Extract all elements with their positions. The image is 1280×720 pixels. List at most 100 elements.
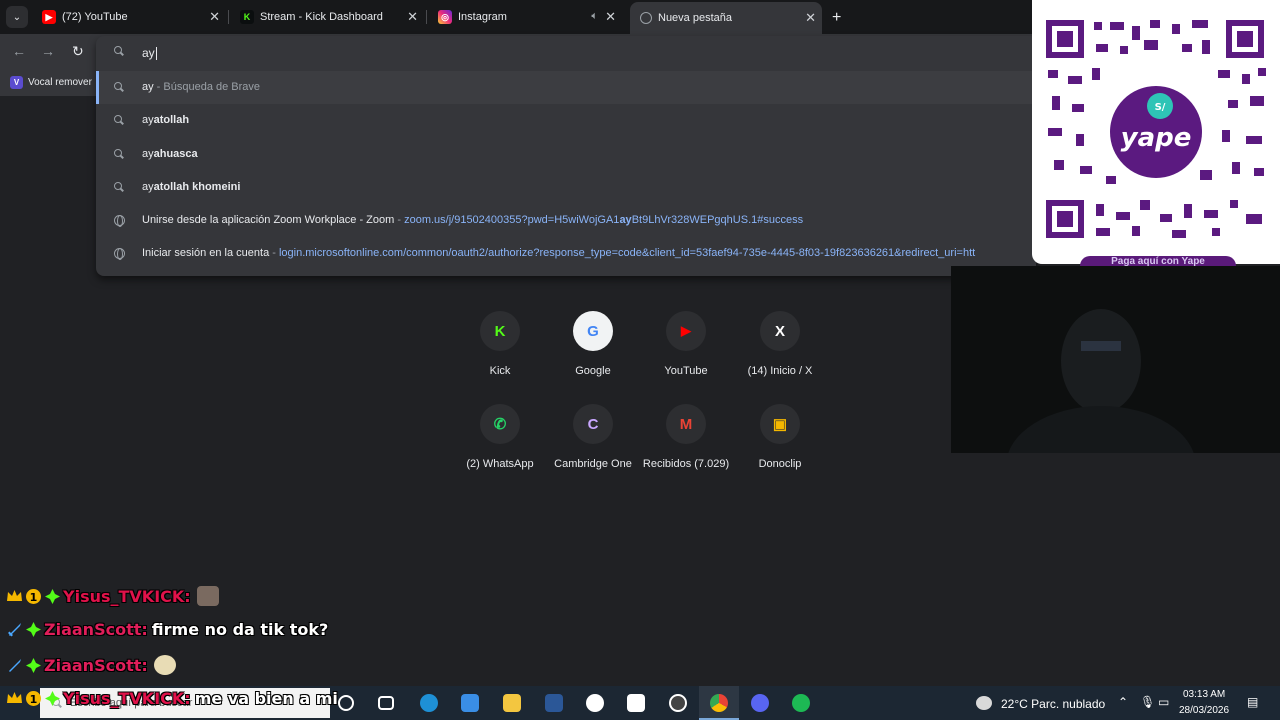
emote-image <box>153 655 176 675</box>
word-icon[interactable] <box>545 694 563 712</box>
tab-kick-dashboard[interactable]: K Stream - Kick Dashboard ✕ <box>230 4 424 30</box>
suggestion-search-brave[interactable]: ay - Búsqueda de Brave <box>96 71 1036 104</box>
file-explorer-icon[interactable] <box>503 694 521 712</box>
streamer-silhouette <box>1006 309 1196 526</box>
address-input[interactable]: ay <box>142 46 157 61</box>
bookmark-vocal-remover[interactable]: V Vocal remover <box>10 76 92 89</box>
webcam-feed <box>951 266 1280 526</box>
close-icon[interactable]: ✕ <box>209 9 220 25</box>
shortcut-whatsapp[interactable]: ✆ (2) WhatsApp <box>455 404 545 470</box>
chat-username: ZiaanScott: <box>44 655 148 675</box>
suggestion-search[interactable]: ayatollah khomeini <box>96 171 1036 204</box>
suggestion-label: ayatollah <box>142 114 190 126</box>
gem-icon <box>45 691 60 706</box>
instagram-icon: ◎ <box>438 10 452 24</box>
shortcut-label: (14) Inicio / X <box>747 365 813 377</box>
new-tab-button[interactable]: + <box>832 9 841 27</box>
microphone-icon[interactable]: 🎙︎ <box>1140 695 1155 709</box>
x-icon: X <box>760 311 800 351</box>
shortcut-label: (2) WhatsApp <box>466 458 534 470</box>
suggestion-label: ayahuasca <box>142 148 198 160</box>
tab-title: Stream - Kick Dashboard <box>260 11 383 23</box>
vocal-remover-icon: V <box>10 76 23 89</box>
speaker-icon[interactable]: 🔈︎ <box>591 10 598 23</box>
cortana-icon[interactable] <box>338 695 354 711</box>
suggestion-label: ay - Búsqueda de Brave <box>142 81 261 93</box>
clock-time[interactable]: 03:13 AM <box>1183 689 1225 700</box>
tab-instagram[interactable]: ◎ Instagram 🔈︎ ✕ <box>428 4 622 30</box>
edge-icon[interactable] <box>420 694 438 712</box>
yape-logo: yape <box>1121 123 1192 153</box>
task-view-icon[interactable] <box>378 696 394 710</box>
taskbar-chrome-running[interactable] <box>699 686 739 720</box>
donoclip-icon: ▣ <box>760 404 800 444</box>
chat-username: Yisus_TVKICK: <box>63 689 191 708</box>
clock-date[interactable]: 28/03/2026 <box>1179 705 1229 716</box>
kick-icon: K <box>240 10 254 24</box>
gem-icon <box>26 622 41 637</box>
globe-icon <box>114 248 125 260</box>
tab-search-button[interactable]: ⌄ <box>6 6 28 28</box>
close-icon[interactable]: ✕ <box>605 9 616 25</box>
suggestion-label: ayatollah khomeini <box>142 181 241 193</box>
sword-icon <box>9 658 21 672</box>
sword-icon <box>8 623 21 637</box>
mail-icon[interactable] <box>627 694 645 712</box>
svg-text:1: 1 <box>30 591 38 604</box>
globe-icon <box>114 215 125 227</box>
tab-new-tab[interactable]: Nueva pestaña ✕ <box>630 2 822 34</box>
shortcut-kick[interactable]: K Kick <box>455 311 545 377</box>
chat-message: 1 Yisus_TVKICK: me va bien a mi <box>6 689 338 708</box>
shortcut-youtube[interactable]: ▶ YouTube <box>641 311 731 377</box>
shortcut-google[interactable]: G Google <box>548 311 638 377</box>
shortcut-donoclip[interactable]: ▣ Donoclip <box>735 404 825 470</box>
suggestion-history-microsoft[interactable]: Iniciar sesión en la cuenta - login.micr… <box>96 237 1036 270</box>
shortcut-cambridge-one[interactable]: C Cambridge One <box>548 404 638 470</box>
suggestion-search[interactable]: ayatollah <box>96 104 1036 137</box>
network-icon[interactable]: ▭ <box>1158 695 1169 709</box>
crown-icon <box>7 692 22 703</box>
search-icon <box>114 182 124 192</box>
weather-icon[interactable] <box>976 696 992 710</box>
store-icon[interactable] <box>461 694 479 712</box>
svg-text:1: 1 <box>30 693 38 706</box>
suggestion-history-zoom[interactable]: Unirse desde la aplicación Zoom Workplac… <box>96 204 1036 237</box>
shortcut-x[interactable]: X (14) Inicio / X <box>735 311 825 377</box>
spotify-icon[interactable] <box>792 694 810 712</box>
tab-youtube[interactable]: ▶ (72) YouTube ✕ <box>32 4 226 30</box>
gmail-icon: M <box>666 404 706 444</box>
chevron-up-icon[interactable]: ⌃ <box>1118 695 1128 709</box>
chat-message: ZiaanScott: <box>6 655 176 675</box>
whatsapp-icon: ✆ <box>480 404 520 444</box>
suggestion-search[interactable]: ayahuasca <box>96 138 1036 171</box>
shortcut-label: Donoclip <box>758 458 802 470</box>
obs-icon[interactable] <box>669 694 687 712</box>
search-icon <box>114 115 124 125</box>
crown-icon <box>7 589 22 601</box>
shortcut-gmail[interactable]: M Recibidos (7.029) <box>641 404 731 470</box>
discord-icon[interactable] <box>751 694 769 712</box>
emote-image <box>196 586 219 606</box>
bookmarks-bar: V Vocal remover <box>0 70 96 96</box>
shortcut-label: Google <box>575 365 611 377</box>
reload-icon[interactable]: ↻ <box>72 43 84 60</box>
shortcut-label: YouTube <box>664 365 708 377</box>
notifications-icon[interactable]: ▤ <box>1247 695 1258 709</box>
bookmark-label: Vocal remover <box>28 77 92 88</box>
chat-username: Yisus_TVKICK: <box>63 586 191 606</box>
search-icon <box>114 82 124 92</box>
tab-title: Nueva pestaña <box>658 12 732 24</box>
forward-arrow-icon[interactable]: → <box>41 43 55 59</box>
back-arrow-icon[interactable]: ← <box>12 43 26 59</box>
address-bar[interactable]: ay <box>96 36 1036 70</box>
chat-username: ZiaanScott: <box>44 620 148 639</box>
tab-title: (72) YouTube <box>62 11 128 23</box>
weather-text[interactable]: 22°C Parc. nublado <box>1001 697 1105 711</box>
xbox-icon[interactable] <box>586 694 604 712</box>
gem-icon <box>26 657 41 673</box>
text-caret <box>155 47 157 61</box>
close-icon[interactable]: ✕ <box>805 10 816 26</box>
chat-text: firme no da tik tok? <box>151 620 329 639</box>
close-icon[interactable]: ✕ <box>407 9 418 25</box>
chat-message: 1 Yisus_TVKICK: <box>6 586 219 606</box>
